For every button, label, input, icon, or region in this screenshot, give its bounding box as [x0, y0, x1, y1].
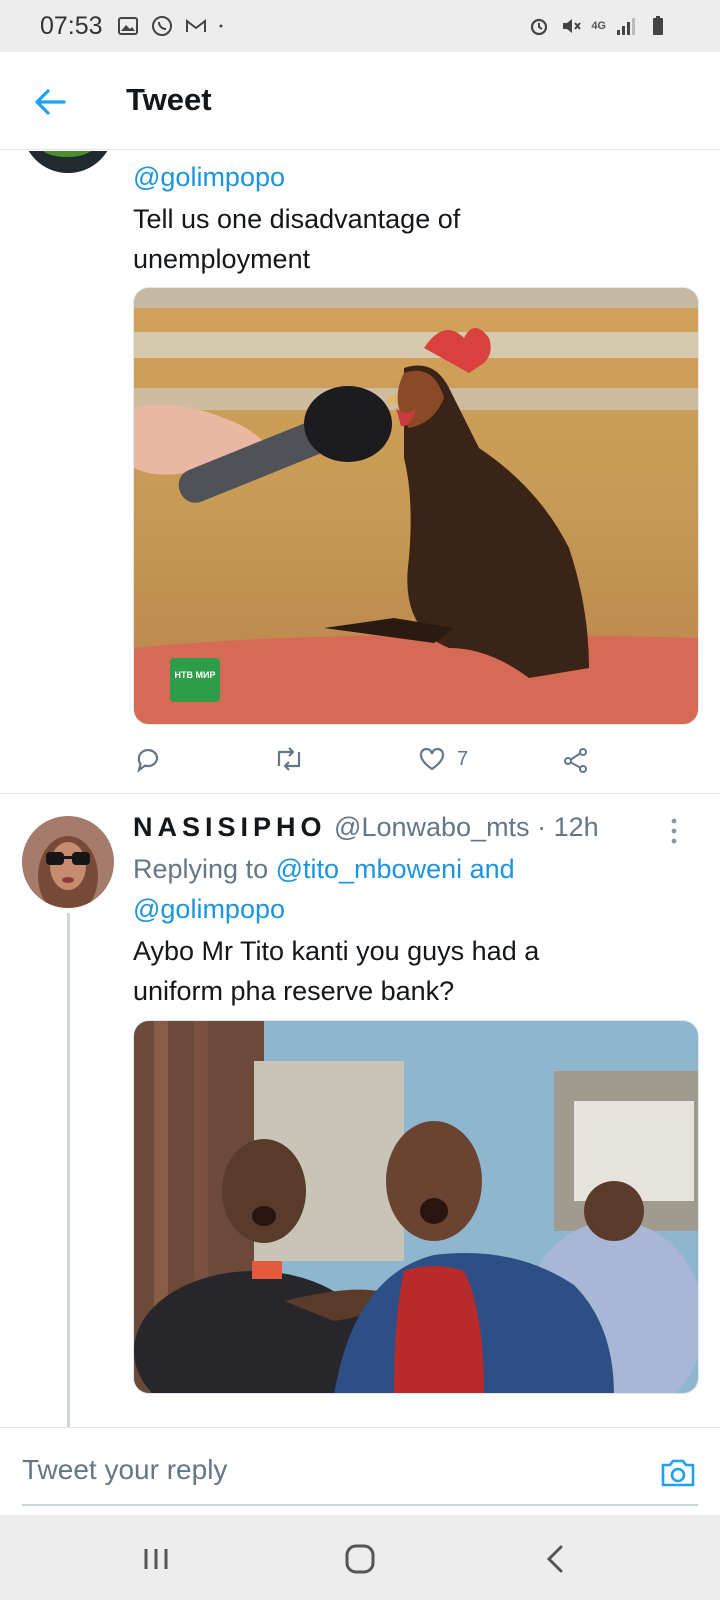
separator: · [537, 812, 547, 842]
system-nav-bar [0, 1515, 720, 1600]
page-title: Tweet [126, 82, 212, 117]
tweet-actions: 7 [133, 741, 613, 781]
alarm-icon [531, 18, 548, 36]
tweet-text: Tell us one disadvantage of unemployment [133, 199, 693, 279]
signal-icon [617, 18, 635, 35]
tweet-text: Aybo Mr Tito kanti you guys had a unifor… [133, 931, 693, 1011]
user-handle[interactable]: @Lonwabo_mts [334, 812, 530, 842]
tweet-time: 12h [553, 812, 599, 842]
share-icon [564, 748, 587, 773]
avatar[interactable] [22, 816, 114, 908]
replying-prefix: Replying to [133, 854, 269, 884]
mention-link[interactable]: @golimpopo [133, 894, 285, 924]
share-button[interactable] [561, 741, 591, 777]
tweet-image[interactable]: НТВ МИР [133, 287, 699, 725]
status-time: 07:53 [40, 12, 103, 40]
like-count: 7 [457, 747, 469, 770]
back-icon[interactable] [536, 1539, 576, 1579]
arrow-left-icon[interactable] [30, 82, 70, 122]
system-icons: 4G [527, 14, 670, 38]
mention-link[interactable]: @golimpopo [133, 162, 285, 192]
thread-line [67, 913, 70, 1427]
more-options-icon[interactable] [664, 815, 684, 847]
tweet-image[interactable] [133, 1020, 699, 1394]
whatsapp-icon [152, 16, 172, 36]
camera-icon[interactable] [658, 1452, 698, 1492]
tweet-text-line: unemployment [133, 244, 311, 274]
media-watermark: НТВ МИР [174, 670, 216, 680]
4g-icon: 4G [591, 20, 606, 32]
tweet-text-line: Aybo Mr Tito kanti you guys had a [133, 936, 540, 966]
retweet-icon [277, 747, 301, 771]
replying-to[interactable]: @golimpopo [133, 157, 693, 197]
dot-icon [219, 24, 223, 28]
mute-icon [563, 19, 582, 33]
gmail-icon [186, 18, 206, 32]
status-bar: 07:53 4G [0, 0, 720, 52]
avatar[interactable] [22, 151, 114, 173]
divider [0, 793, 720, 794]
battery-icon [653, 16, 663, 35]
tweet-text-line: uniform pha reserve bank? [133, 976, 455, 1006]
mention-link[interactable]: @tito_mboweni and [276, 854, 515, 884]
replying-to: Replying to @tito_mboweni and @golimpopo [133, 849, 693, 929]
home-icon[interactable] [340, 1539, 380, 1579]
retweet-button[interactable] [273, 741, 305, 777]
tweet-thread[interactable]: @golimpopo Tell us one disadvantage of u… [0, 151, 720, 1427]
gallery-icon [118, 17, 138, 35]
like-button[interactable]: 7 [417, 741, 468, 777]
reply-icon [137, 748, 159, 773]
tweet-text-line: Tell us one disadvantage of [133, 204, 461, 234]
reply-composer [0, 1427, 720, 1515]
reply-underline [22, 1504, 698, 1506]
notification-icons [116, 14, 230, 38]
recents-icon[interactable] [136, 1539, 176, 1579]
heart-icon [419, 747, 445, 771]
reply-input[interactable] [22, 1450, 622, 1490]
app-header: Tweet [0, 52, 720, 150]
display-name[interactable]: NASISIPHO [133, 812, 327, 842]
tweet-header: NASISIPHO @Lonwabo_mts · 12h [133, 809, 599, 845]
reply-button[interactable] [133, 741, 163, 777]
